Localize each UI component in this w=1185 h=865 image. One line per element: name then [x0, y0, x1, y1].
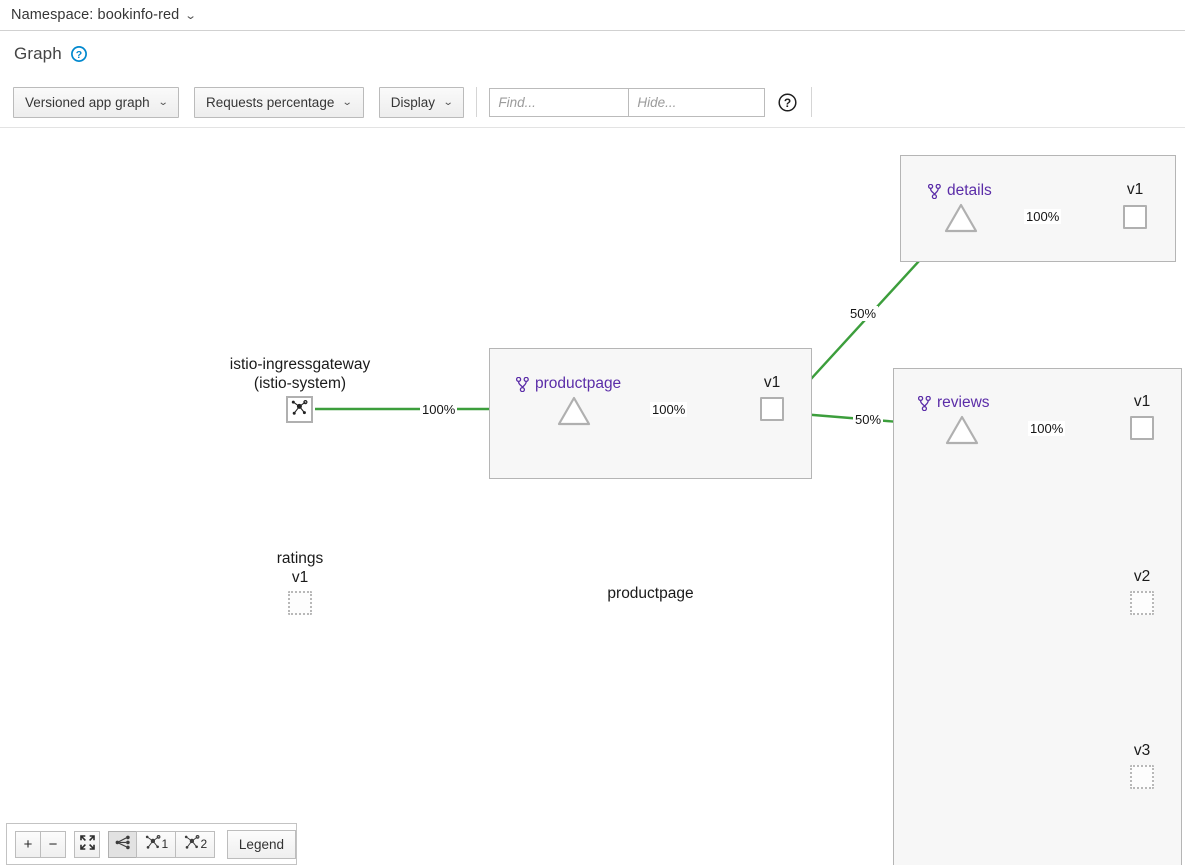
zoom-button-group: + −: [15, 830, 66, 858]
edge-label-productpage-details: 50%: [848, 306, 879, 321]
node-label-ingressgateway-line1: istio-ingressgateway: [229, 356, 371, 373]
edge-label-productpage-reviews: 50%: [853, 412, 884, 427]
edge-label-ingress-productpage: 100%: [420, 402, 458, 417]
node-label-ratings-line1: ratings: [276, 550, 324, 567]
layout-cose-label: 2: [200, 837, 208, 851]
topology-icon: [145, 834, 161, 854]
edge-label-details-v1: 100%: [1024, 209, 1062, 224]
node-label-reviews-v1: v1: [1133, 393, 1151, 410]
node-label-reviews-v2: v2: [1133, 568, 1151, 585]
toolbar-divider: [476, 87, 478, 117]
node-istio-ingressgateway[interactable]: [286, 396, 313, 423]
zoom-out-button[interactable]: −: [40, 830, 66, 858]
fit-to-screen-button[interactable]: [74, 830, 101, 858]
code-branch-icon: [516, 376, 529, 392]
node-reviews-v1[interactable]: [1130, 416, 1154, 440]
namespace-bar: Namespace: bookinfo-red ⌄: [0, 0, 1185, 31]
edge-label-reviews-v1: 100%: [1028, 421, 1066, 436]
service-node-details[interactable]: [944, 203, 978, 233]
legend-button[interactable]: Legend: [226, 829, 296, 859]
layout-cola-label: 1: [161, 837, 169, 851]
topology-icon: [291, 399, 308, 421]
layout-dagre-icon: [115, 835, 131, 854]
node-label-details-v1: v1: [1126, 181, 1144, 198]
hide-input[interactable]: [628, 87, 766, 117]
page-title-row: Graph ?: [14, 44, 87, 64]
chevron-down-icon: ⌄: [342, 96, 353, 108]
virtual-service-productpage[interactable]: productpage: [516, 375, 621, 393]
node-details-v1[interactable]: [1123, 205, 1147, 229]
graph-controls-bar: + − 1 2 Legend: [6, 823, 297, 865]
group-reviews[interactable]: [893, 368, 1182, 865]
node-label-ingressgateway-line2: (istio-system): [253, 375, 347, 392]
edge-label-dropdown[interactable]: Requests percentage ⌄: [194, 86, 364, 118]
svg-text:?: ?: [784, 95, 791, 109]
virtual-service-reviews[interactable]: reviews: [918, 394, 990, 412]
edge-label-mode-label: Requests percentage: [206, 94, 335, 110]
display-label: Display: [390, 94, 435, 110]
page-title: Graph: [14, 44, 62, 63]
namespace-selector[interactable]: Namespace: bookinfo-red ⌄: [11, 7, 198, 23]
virtual-service-details[interactable]: details: [928, 182, 992, 200]
node-reviews-v3[interactable]: [1130, 765, 1154, 789]
find-input[interactable]: [489, 87, 629, 117]
find-hide-group: [489, 87, 766, 117]
chevron-down-icon: ⌄: [157, 96, 169, 108]
node-ratings-v1[interactable]: [288, 591, 312, 615]
find-hide-help-icon[interactable]: ?: [778, 92, 797, 112]
kiali-graph-page: Namespace: bookinfo-red ⌄ Graph ? Versio…: [0, 0, 1185, 865]
layout-button-group: 1 2: [108, 830, 216, 858]
node-label-ratings-line2: v1: [291, 569, 309, 586]
node-productpage-v1[interactable]: [760, 397, 784, 421]
toolbar-divider-right: [811, 87, 813, 117]
graph-canvas[interactable]: details v1 details 100% reviews: [0, 128, 1185, 865]
svg-text:?: ?: [76, 49, 82, 61]
chevron-down-icon: ⌄: [442, 96, 454, 108]
namespace-label: Namespace: bookinfo-red: [11, 7, 180, 23]
layout-cose-button[interactable]: 2: [175, 830, 216, 858]
edge-label-productpage-v1: 100%: [650, 402, 688, 417]
expand-icon: [79, 834, 95, 854]
node-label-reviews-v3: v3: [1133, 742, 1151, 759]
code-branch-icon: [928, 183, 941, 199]
node-reviews-v2[interactable]: [1130, 591, 1154, 615]
layout-cola-button[interactable]: 1: [136, 830, 177, 858]
help-circle-icon[interactable]: ?: [70, 46, 87, 62]
virtual-service-reviews-label: reviews: [937, 394, 990, 411]
graph-type-dropdown[interactable]: Versioned app graph ⌄: [13, 86, 179, 118]
zoom-in-button[interactable]: +: [15, 830, 41, 858]
code-branch-icon: [918, 395, 931, 411]
topology-icon: [184, 834, 200, 854]
service-node-productpage[interactable]: [557, 396, 591, 426]
chevron-down-icon: ⌄: [184, 9, 198, 22]
virtual-service-details-label: details: [947, 182, 992, 199]
graph-toolbar: Versioned app graph ⌄ Requests percentag…: [13, 86, 824, 118]
node-label-productpage-v1: v1: [763, 374, 781, 391]
layout-dagre-button[interactable]: [108, 830, 138, 858]
graph-type-label: Versioned app graph: [25, 94, 150, 110]
group-label-productpage: productpage: [607, 585, 694, 602]
virtual-service-productpage-label: productpage: [535, 375, 622, 392]
display-dropdown[interactable]: Display ⌄: [378, 86, 465, 118]
service-node-reviews[interactable]: [945, 415, 979, 445]
